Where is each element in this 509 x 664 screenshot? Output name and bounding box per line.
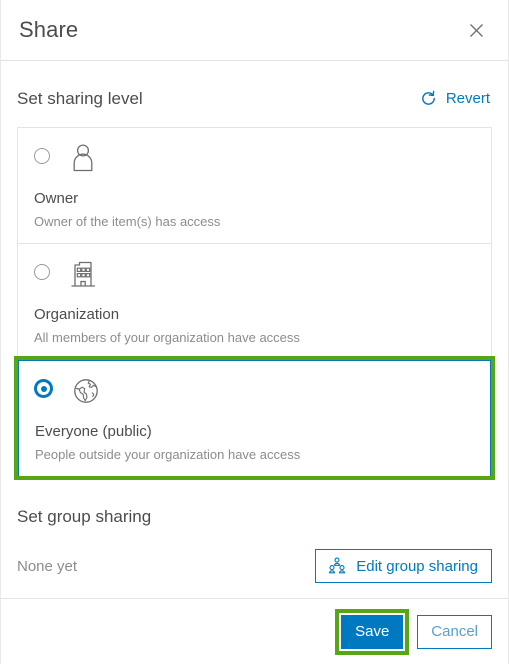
sharing-level-options: Owner Owner of the item(s) has access Or… — [14, 127, 495, 480]
edit-group-sharing-button[interactable]: Edit group sharing — [315, 549, 492, 583]
cancel-button[interactable]: Cancel — [417, 614, 492, 649]
sharing-option-organization[interactable]: Organization All members of your organiz… — [18, 244, 491, 360]
close-icon — [469, 23, 484, 38]
dialog-footer: Save Cancel — [1, 598, 508, 664]
save-button[interactable]: Save — [341, 614, 404, 649]
option-owner-top — [34, 144, 475, 184]
group-people-icon — [327, 557, 347, 575]
revert-circular-arrow-icon — [419, 89, 438, 108]
option-everyone-label: Everyone (public) — [35, 423, 152, 440]
option-owner-description: Owner of the item(s) has access — [34, 214, 221, 229]
page-title: Share — [19, 17, 79, 42]
edit-group-sharing-label: Edit group sharing — [356, 557, 478, 575]
building-icon — [67, 257, 99, 291]
group-sharing-title: Set group sharing — [17, 507, 152, 526]
option-everyone-top — [34, 374, 474, 417]
group-sharing-row: None yet Edit group sharing — [17, 549, 492, 583]
radio-organization[interactable] — [34, 264, 50, 280]
save-button-highlight: Save — [335, 608, 410, 655]
dialog-body: Set sharing level Revert Owner Owner of … — [1, 61, 508, 598]
option-owner-label: Owner — [34, 190, 79, 207]
revert-label: Revert — [445, 90, 490, 107]
share-dialog: Share Set sharing level Revert Owner Own… — [0, 0, 509, 664]
option-organization-description: All members of your organization have ac… — [34, 330, 300, 345]
sharing-option-owner[interactable]: Owner Owner of the item(s) has access — [18, 128, 491, 244]
group-sharing-section: Set group sharing None yet Edit group sh… — [17, 477, 492, 583]
revert-button[interactable]: Revert — [417, 87, 492, 110]
person-icon — [67, 141, 99, 175]
dialog-header: Share — [1, 0, 508, 61]
sharing-option-everyone[interactable]: Everyone (public) People outside your or… — [14, 356, 495, 480]
option-everyone-description: People outside your organization have ac… — [35, 447, 301, 462]
option-organization-top — [34, 260, 475, 300]
radio-everyone[interactable] — [34, 379, 53, 398]
radio-owner[interactable] — [34, 148, 50, 164]
close-button[interactable] — [460, 14, 492, 46]
sharing-level-section-header: Set sharing level Revert — [17, 61, 492, 127]
option-organization-label: Organization — [34, 306, 120, 323]
sharing-level-title: Set sharing level — [17, 88, 143, 108]
group-sharing-status: None yet — [17, 557, 78, 575]
globe-icon — [70, 374, 102, 408]
